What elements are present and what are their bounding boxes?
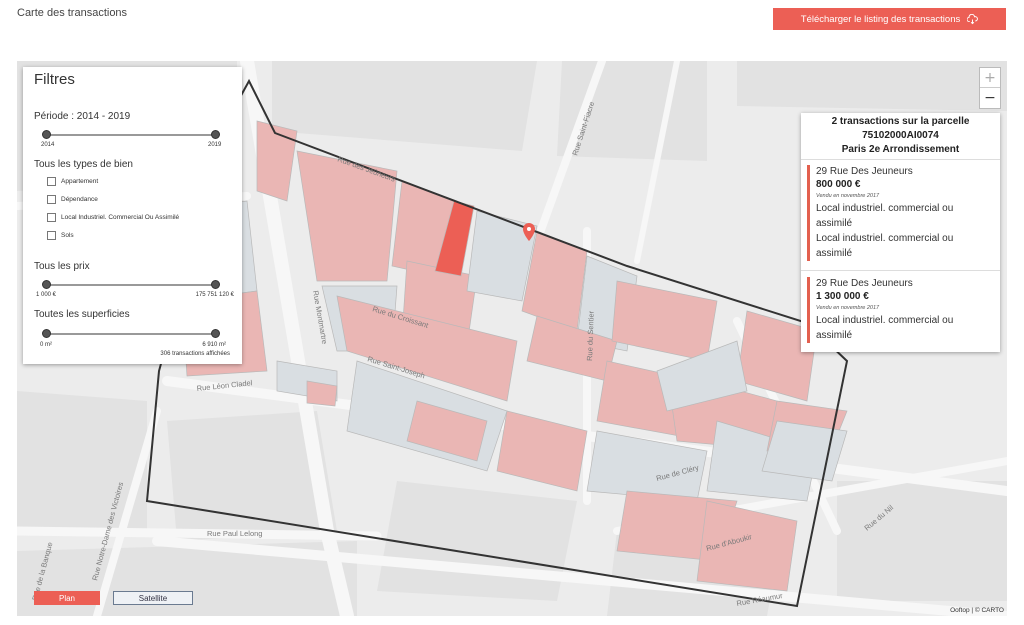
popup-header-parcel-id: 75102000AI0074 [862, 130, 939, 141]
divider [801, 159, 1000, 160]
type-checkbox-sols[interactable]: Sols [47, 231, 74, 240]
transaction-price: 800 000 € [816, 179, 861, 190]
checkbox[interactable] [47, 231, 56, 240]
price-slider-min-handle[interactable] [42, 280, 51, 289]
transaction-item: 29 Rue Des Jeuneurs 800 000 € Vendu en n… [807, 165, 1003, 261]
surface-slider-min-handle[interactable] [42, 329, 51, 338]
type-checkbox-local[interactable]: Local Industriel. Commercial Ou Assimilé [47, 213, 179, 222]
transactions-count: 306 transactions affichées [160, 351, 230, 357]
transaction-price: 1 300 000 € [816, 291, 869, 302]
zoom-control: + − [979, 67, 1001, 109]
type-option-label: Dépendance [61, 196, 98, 203]
transaction-type: assimilé [816, 248, 853, 259]
price-slider-max-handle[interactable] [211, 280, 220, 289]
price-max-label: 175 751 120 € [195, 292, 234, 298]
cloud-download-icon [967, 13, 979, 24]
price-label: Tous les prix [34, 261, 90, 272]
zoom-in-button[interactable]: + [980, 68, 1000, 88]
type-checkbox-dependance[interactable]: Dépendance [47, 195, 98, 204]
page-title: Carte des transactions [17, 7, 128, 19]
street-rue-du-sentier: Rue du Sentier [585, 310, 596, 361]
transaction-type: Local industriel. commercial ou [816, 315, 954, 326]
type-option-label: Local Industriel. Commercial Ou Assimilé [61, 214, 180, 221]
checkbox[interactable] [47, 213, 56, 222]
transaction-address: 29 Rue Des Jeuneurs [816, 166, 913, 177]
zoom-out-button[interactable]: − [980, 88, 1000, 108]
surface-label: Toutes les superficies [34, 309, 130, 320]
street-rue-paul-lelong: Rue Paul Lelong [207, 529, 262, 538]
period-slider-max-handle[interactable] [211, 130, 220, 139]
surface-slider-max-handle[interactable] [211, 329, 220, 338]
satellite-layer-button[interactable]: Satellite [113, 591, 193, 605]
transaction-date: Vendu en novembre 2017 [816, 193, 880, 199]
checkbox[interactable] [47, 195, 56, 204]
surface-min-label: 0 m² [40, 342, 52, 348]
map-attribution: Ooftop | © CARTO [950, 607, 1004, 614]
surface-slider-track[interactable] [45, 333, 215, 335]
period-slider-track[interactable] [45, 134, 215, 136]
parcel-popup: 2 transactions sur la parcelle 75102000A… [801, 113, 1000, 352]
price-slider-track[interactable] [45, 284, 215, 286]
type-option-label: Appartement [61, 178, 99, 185]
plan-layer-button[interactable]: Plan [34, 591, 100, 605]
transaction-type: assimilé [816, 218, 853, 229]
surface-max-label: 6 910 m² [202, 342, 226, 348]
price-min-label: 1 000 € [36, 292, 57, 298]
transaction-date: Vendu en novembre 2017 [816, 305, 880, 311]
types-label: Tous les types de bien [34, 159, 133, 170]
period-min-label: 2014 [41, 142, 55, 148]
transaction-address: 29 Rue Des Jeuneurs [816, 278, 913, 289]
period-slider-min-handle[interactable] [42, 130, 51, 139]
filters-title: Filtres [34, 71, 75, 88]
type-option-label: Sols [61, 232, 74, 239]
type-checkbox-appartement[interactable]: Appartement [47, 177, 98, 186]
transaction-type: assimilé [816, 330, 853, 341]
transaction-type: Local industriel. commercial ou [816, 203, 954, 214]
download-button-label: Télécharger le listing des transactions [800, 13, 961, 25]
popup-header: 2 transactions sur la parcelle 75102000A… [801, 113, 1000, 157]
download-listing-button[interactable]: Télécharger le listing des transactions [773, 8, 1006, 30]
transaction-item: 29 Rue Des Jeuneurs 1 300 000 € Vendu en… [807, 277, 1003, 343]
filters-panel: Filtres Période : 2014 - 2019 2014 2019 … [23, 67, 242, 364]
checkbox[interactable] [47, 177, 56, 186]
divider [801, 270, 1000, 271]
period-label: Période : 2014 - 2019 [34, 111, 131, 122]
period-max-label: 2019 [208, 142, 222, 148]
popup-header-count: 2 transactions sur la parcelle [831, 116, 970, 127]
popup-header-district: Paris 2e Arrondissement [841, 144, 960, 155]
transaction-type: Local industriel. commercial ou [816, 233, 954, 244]
